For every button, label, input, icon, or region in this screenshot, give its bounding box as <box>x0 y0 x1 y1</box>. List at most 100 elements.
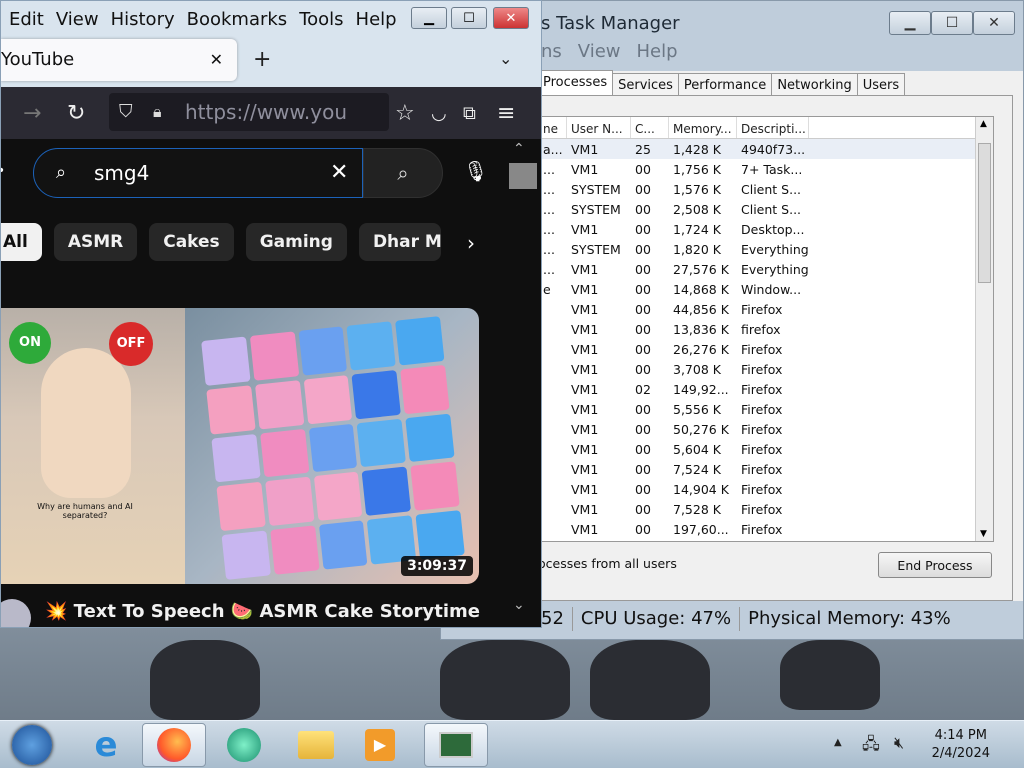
table-row[interactable]: ... VM1 00 1,724 K Desktop... <box>539 219 993 239</box>
column-memory[interactable]: Memory... <box>669 117 737 138</box>
table-row[interactable]: VM1 00 26,276 K Firefox <box>539 339 993 359</box>
extensions-icon[interactable]: ⧉ <box>463 103 476 124</box>
search-button[interactable]: ⌕ <box>363 148 443 198</box>
column-image-name[interactable]: ne <box>539 117 567 138</box>
clear-search-icon[interactable]: ✕ <box>330 149 348 197</box>
table-row[interactable]: ... SYSTEM 00 1,576 K Client S... <box>539 179 993 199</box>
show-hidden-icons[interactable]: ▲ <box>834 737 842 748</box>
table-row[interactable]: VM1 00 3,708 K Firefox <box>539 359 993 379</box>
tab-youtube[interactable]: YouTube ✕ <box>1 39 237 81</box>
lock-icon[interactable]: 🔒︎ <box>153 93 162 131</box>
shield-icon[interactable]: ⛉ <box>119 93 133 131</box>
tab-networking[interactable]: Networking <box>771 73 858 97</box>
chip-all[interactable]: All <box>1 223 42 261</box>
table-row[interactable]: a... VM1 25 1,428 K 4940f73... <box>539 139 993 159</box>
close-tab-icon[interactable]: ✕ <box>210 39 223 81</box>
scrollbar-thumb[interactable] <box>978 143 991 283</box>
table-row[interactable]: ... VM1 00 27,576 K Everything <box>539 259 993 279</box>
process-list[interactable]: ne User N... C... Memory... Descripti...… <box>538 116 994 542</box>
table-row[interactable]: VM1 00 7,528 K Firefox <box>539 499 993 519</box>
volume-muted-icon[interactable]: 🔇︎ <box>894 733 904 753</box>
table-row[interactable]: e VM1 00 14,868 K Window... <box>539 279 993 299</box>
menu-edit[interactable]: Edit <box>9 9 44 30</box>
taskbar-media-player[interactable]: ▶ <box>348 723 412 767</box>
menu-help[interactable]: Help <box>356 9 397 30</box>
tab-services[interactable]: Services <box>612 73 679 97</box>
menu-bookmarks[interactable]: Bookmarks <box>187 9 288 30</box>
table-cell: 00 <box>635 322 651 337</box>
minimize-button[interactable]: ▁ <box>889 11 931 35</box>
taskbar-task-manager[interactable] <box>424 723 488 767</box>
table-row[interactable]: VM1 02 149,92... Firefox <box>539 379 993 399</box>
tab-users[interactable]: Users <box>856 73 906 97</box>
column-cpu[interactable]: C... <box>631 117 669 138</box>
star-icon[interactable]: ☆ <box>395 101 415 126</box>
table-row[interactable]: VM1 00 13,836 K firefox <box>539 319 993 339</box>
column-description[interactable]: Descripti... <box>737 117 809 138</box>
table-cell <box>539 319 567 339</box>
tab-processes[interactable]: Processes <box>537 70 614 97</box>
table-row[interactable]: VM1 00 44,856 K Firefox <box>539 299 993 319</box>
new-tab-icon[interactable]: + <box>253 47 271 72</box>
table-cell <box>539 459 567 479</box>
chip-dhar-mann[interactable]: Dhar Ma <box>358 223 441 261</box>
hamburger-icon[interactable]: • <box>1 163 5 179</box>
chevron-right-icon[interactable]: › <box>467 231 475 255</box>
table-row[interactable]: VM1 00 50,276 K Firefox <box>539 419 993 439</box>
list-tabs-icon[interactable]: ⌄ <box>499 49 512 68</box>
menu-tools[interactable]: Tools <box>299 9 343 30</box>
maximize-button[interactable]: ☐ <box>451 7 487 29</box>
taskbar-app[interactable] <box>212 723 276 767</box>
table-row[interactable]: VM1 00 7,524 K Firefox <box>539 459 993 479</box>
forward-icon[interactable]: → <box>23 101 41 126</box>
table-row[interactable]: ... VM1 00 1,756 K 7+ Task... <box>539 159 993 179</box>
table-row[interactable]: VM1 00 197,60... Firefox <box>539 519 993 539</box>
channel-avatar[interactable] <box>1 599 31 627</box>
scroll-down-arrow[interactable]: ▼ <box>980 529 987 539</box>
scroll-down-arrow[interactable]: ⌄ <box>513 597 525 613</box>
video-title[interactable]: 💥 Text To Speech 🍉 ASMR Cake Storytime <box>45 601 480 622</box>
menu-view[interactable]: View <box>56 9 99 30</box>
table-cell: 5,556 K <box>673 402 721 417</box>
table-row[interactable]: VM1 00 5,556 K Firefox <box>539 399 993 419</box>
chip-cakes[interactable]: Cakes <box>149 223 234 261</box>
cube-square <box>313 471 363 522</box>
chip-gaming[interactable]: Gaming <box>245 223 347 261</box>
maximize-button[interactable]: ☐ <box>931 11 973 35</box>
chip-asmr[interactable]: ASMR <box>53 223 138 261</box>
scroll-up-arrow[interactable]: ⌃ <box>513 141 525 157</box>
close-button[interactable]: ✕ <box>973 11 1015 35</box>
scrollbar-thumb[interactable] <box>509 163 537 189</box>
end-process-button[interactable]: End Process <box>878 552 992 578</box>
scroll-up-arrow[interactable]: ▲ <box>980 119 987 129</box>
close-button[interactable]: ✕ <box>493 7 529 29</box>
table-row[interactable]: VM1 00 14,904 K Firefox <box>539 479 993 499</box>
reload-icon[interactable]: ↻ <box>67 101 85 126</box>
menu-icon[interactable]: ≡ <box>497 101 515 126</box>
start-button[interactable] <box>6 723 58 767</box>
table-cell: ... <box>543 162 555 177</box>
video-thumbnail[interactable]: ON OFF Why are humans and AI separated? … <box>1 308 479 584</box>
taskbar-firefox[interactable] <box>142 723 206 767</box>
network-icon[interactable]: 🖧︎ <box>862 733 880 760</box>
clock[interactable]: 4:14 PM 2/4/2024 <box>932 727 990 763</box>
menu-options[interactable]: ns <box>541 41 562 62</box>
table-row[interactable]: VM1 00 5,604 K Firefox <box>539 439 993 459</box>
table-row[interactable]: ... SYSTEM 00 2,508 K Client S... <box>539 199 993 219</box>
tab-performance[interactable]: Performance <box>677 73 773 97</box>
taskbar-internet-explorer[interactable]: e <box>74 723 138 767</box>
column-user-name[interactable]: User N... <box>567 117 631 138</box>
minimize-button[interactable]: ▁ <box>411 7 447 29</box>
search-input[interactable]: ⌕ smg4 ✕ <box>33 148 363 198</box>
show-all-processes-label[interactable]: ocesses from all users <box>538 556 677 571</box>
table-row[interactable]: ... SYSTEM 00 1,820 K Everything <box>539 239 993 259</box>
menu-view[interactable]: View <box>578 41 621 62</box>
address-bar[interactable]: ⛉ 🔒︎ https://www.you <box>109 93 389 131</box>
pocket-icon[interactable]: ◡ <box>431 103 447 124</box>
microphone-icon[interactable]: 🎙︎ <box>463 159 488 183</box>
taskbar-explorer[interactable] <box>284 723 348 767</box>
menu-help[interactable]: Help <box>637 41 678 62</box>
vertical-scrollbar[interactable]: ▲ ▼ <box>975 117 993 541</box>
folder-icon <box>298 731 334 759</box>
menu-history[interactable]: History <box>111 9 175 30</box>
